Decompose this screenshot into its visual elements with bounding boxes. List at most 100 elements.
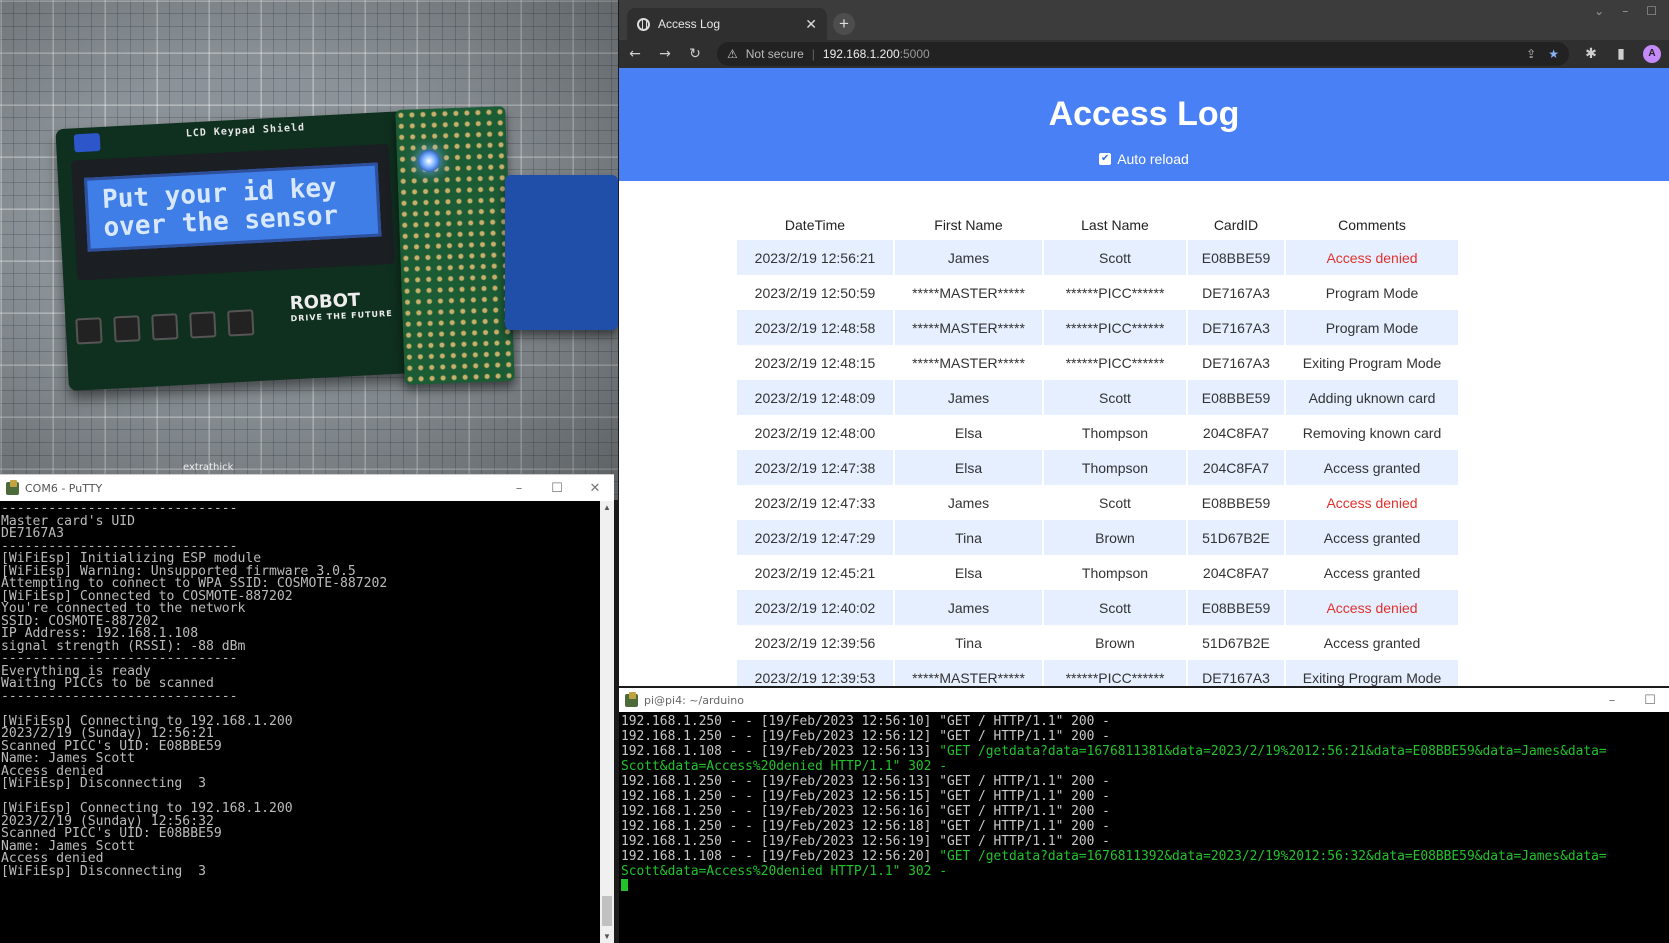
- table-row: 2023/2/19 12:47:33 James Scott E08BBE59 Acce…: [737, 485, 1458, 520]
- log-prefix: 192.168.1.108 - - [19/Feb/2023 12:56:20]: [621, 849, 940, 864]
- table-row: 2023/2/19 12:39:53 *****MASTER***** ******…: [737, 660, 1458, 686]
- table-cell: ******PICC******: [1065, 284, 1165, 301]
- server-log-output[interactable]: 192.168.1.250 - - [19/Feb/2023 12:56:10]…: [619, 712, 1669, 943]
- reload-icon[interactable]: ↻: [687, 46, 703, 62]
- table-cell: James: [947, 494, 990, 511]
- table-cell: Scott: [1044, 240, 1186, 275]
- bookmark-star-icon[interactable]: ★: [1548, 47, 1559, 61]
- table-cell: 51D67B2E: [1202, 634, 1270, 651]
- table-cell: 2023/2/19 12:39:53: [737, 660, 893, 686]
- pi-minimize-icon[interactable]: –: [1593, 693, 1631, 708]
- minimize-button[interactable]: –: [500, 481, 538, 496]
- right-key: [189, 311, 217, 339]
- pi-maximize-icon[interactable]: ☐: [1631, 693, 1669, 708]
- tab-close-icon[interactable]: ✕: [805, 16, 817, 33]
- table-cell: *****MASTER*****: [912, 284, 1025, 301]
- browser-window-controls: ⌄ – ☐: [1594, 4, 1657, 18]
- hardware-photo: LCD Keypad Shield Put your id key over t…: [0, 0, 618, 500]
- left-key: [113, 315, 141, 343]
- minimize-icon[interactable]: –: [1622, 4, 1628, 18]
- terminal-cursor: [621, 879, 628, 891]
- putty-terminal[interactable]: ------------------------------ Master car…: [0, 501, 614, 943]
- profile-avatar[interactable]: A: [1643, 45, 1661, 63]
- table-cell: ******PICC******: [1044, 310, 1186, 345]
- log-getdata-request: Scott&data=Access%20denied HTTP/1.1" 302…: [621, 864, 947, 879]
- extensions-icon[interactable]: ✱: [1583, 46, 1599, 62]
- auto-reload-toggle[interactable]: ✔ Auto reload: [1099, 151, 1189, 167]
- table-cell: DE7167A3: [1188, 660, 1284, 686]
- globe-icon: [637, 17, 650, 31]
- column-header: CardID: [1213, 216, 1259, 233]
- prototype-board: [395, 106, 515, 385]
- log-getdata-request: "GET /getdata?data=1676811381&data=2023/…: [939, 744, 1607, 759]
- table-cell: Adding uknown card: [1286, 380, 1458, 415]
- table-cell: 2023/2/19 12:47:29: [737, 520, 893, 555]
- table-cell: *****MASTER*****: [912, 354, 1025, 371]
- scroll-down-icon[interactable]: ▼: [600, 930, 614, 943]
- table-header-row: DateTime First Name Last Name CardID Comment…: [737, 209, 1458, 240]
- table-cell: 2023/2/19 12:47:33: [754, 494, 876, 511]
- putty-scrollbar[interactable]: ▲ ▼: [600, 501, 614, 943]
- log-line: Scott&data=Access%20denied HTTP/1.1" 302…: [621, 864, 1667, 879]
- url-host: 192.168.1.200: [822, 47, 900, 61]
- maximize-icon[interactable]: ☐: [1646, 4, 1657, 18]
- lcd-keypad-shield: LCD Keypad Shield Put your id key over t…: [55, 111, 419, 391]
- terminal-line: Master card's UID: [1, 513, 136, 529]
- security-label[interactable]: Not secure: [746, 47, 804, 61]
- pi-terminal-window: pi@pi4: ~/arduino – ☐ 192.168.1.250 - - …: [619, 688, 1669, 943]
- potentiometer: [73, 133, 101, 153]
- log-getdata-request: "GET /getdata?data=1676811392&data=2023/…: [939, 849, 1607, 864]
- pi-terminal-title: pi@pi4: ~/arduino: [644, 693, 744, 707]
- table-row: 2023/2/19 12:48:00 Elsa Thompson 204C8FA7 Re…: [737, 415, 1458, 450]
- log-prefix: 192.168.1.250 - - [19/Feb/2023 12:56:10]: [621, 714, 940, 729]
- maximize-button[interactable]: ☐: [538, 481, 576, 496]
- log-prefix: 192.168.1.250 - - [19/Feb/2023 12:56:12]: [621, 729, 940, 744]
- new-tab-button[interactable]: +: [833, 13, 855, 35]
- table-cell: *****MASTER*****: [895, 660, 1042, 686]
- tab-search-icon[interactable]: ⌄: [1594, 4, 1604, 18]
- close-button[interactable]: ✕: [576, 481, 614, 496]
- column-header: DateTime: [784, 216, 846, 233]
- back-arrow-icon[interactable]: ←: [627, 46, 643, 62]
- table-cell: Thompson: [1081, 564, 1149, 581]
- log-line: 192.168.1.108 - - [19/Feb/2023 12:56:13]…: [621, 744, 1667, 759]
- lcd-display: Put your id key over the sensor: [83, 162, 382, 252]
- side-panel-icon[interactable]: ▮: [1613, 46, 1629, 62]
- share-icon[interactable]: ⇪: [1526, 47, 1536, 61]
- table-cell: *****MASTER*****: [895, 310, 1042, 345]
- table-cell: James: [895, 240, 1042, 275]
- reset-key: [227, 309, 255, 337]
- table-cell: Scott: [1044, 380, 1186, 415]
- pi-terminal-titlebar[interactable]: pi@pi4: ~/arduino – ☐: [619, 688, 1669, 712]
- table-cell: Brown: [1095, 634, 1135, 651]
- table-row: 2023/2/19 12:40:02 James Scott E08BBE59 Acce…: [737, 590, 1458, 625]
- browser-window: Access Log ✕ + ⌄ – ☐ ← → ↻ ⚠ Not secure …: [619, 0, 1669, 686]
- table-cell: Removing known card: [1302, 424, 1442, 441]
- table-row: 2023/2/19 12:39:56 Tina Brown 51D67B2E Acces…: [737, 625, 1458, 660]
- warning-icon[interactable]: ⚠: [727, 47, 738, 61]
- log-line: 192.168.1.250 - - [19/Feb/2023 12:56:19]…: [621, 834, 1667, 849]
- table-cell: Program Mode: [1325, 284, 1419, 301]
- tab-access-log[interactable]: Access Log ✕: [627, 8, 827, 40]
- putty-titlebar[interactable]: COM6 - PuTTY – ☐ ✕: [0, 475, 614, 501]
- select-key: [75, 317, 103, 345]
- log-line: 192.168.1.250 - - [19/Feb/2023 12:56:13]…: [621, 774, 1667, 789]
- scroll-thumb[interactable]: [602, 896, 612, 926]
- lcd-frame: Put your id key over the sensor: [71, 143, 395, 281]
- column-header: First Name: [934, 216, 1003, 233]
- table-row: 2023/2/19 12:56:21 James Scott E08BBE59 Acce…: [737, 240, 1458, 275]
- forward-arrow-icon[interactable]: →: [657, 46, 673, 62]
- log-request: "GET / HTTP/1.1" 200 -: [939, 714, 1110, 729]
- table-cell: ******PICC******: [1065, 354, 1165, 371]
- log-prefix: 192.168.1.250 - - [19/Feb/2023 12:56:13]: [621, 774, 940, 789]
- putty-window: COM6 - PuTTY – ☐ ✕ ---------------------…: [0, 474, 614, 943]
- table-cell: 2023/2/19 12:50:59: [754, 284, 876, 301]
- browser-toolbar: ← → ↻ ⚠ Not secure | 192.168.1.200:5000 …: [619, 40, 1669, 68]
- scroll-up-icon[interactable]: ▲: [600, 501, 614, 515]
- auto-reload-label: Auto reload: [1117, 151, 1189, 167]
- web-page: Access Log ✔ Auto reload DateTime First N…: [619, 68, 1669, 686]
- checkbox-checked-icon[interactable]: ✔: [1099, 153, 1112, 165]
- table-row: 2023/2/19 12:48:09 James Scott E08BBE59 Addi…: [737, 380, 1458, 415]
- log-line: 192.168.1.250 - - [19/Feb/2023 12:56:16]…: [621, 804, 1667, 819]
- address-bar[interactable]: ⚠ Not secure | 192.168.1.200:5000 ⇪ ★: [717, 42, 1569, 66]
